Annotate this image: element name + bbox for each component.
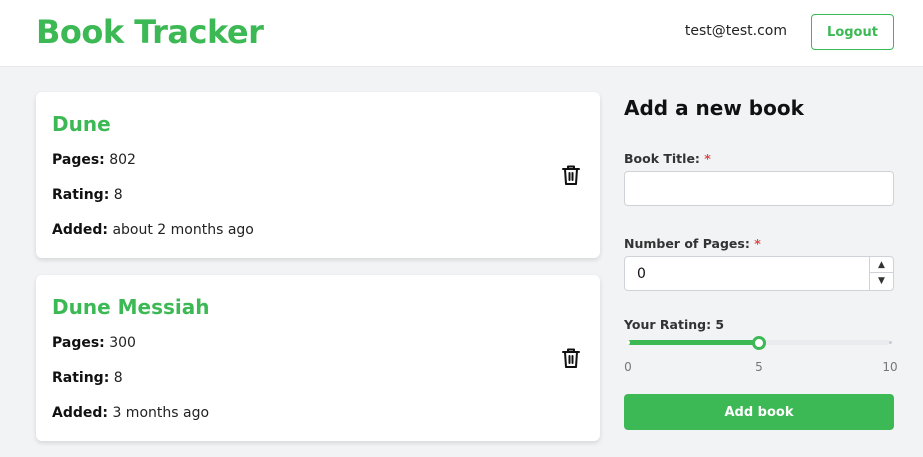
book-rating: Rating: 8 [52, 187, 123, 203]
pages-value: 0 [637, 265, 646, 282]
chevron-up-icon[interactable]: ▲ [870, 257, 893, 273]
book-added: Added: about 2 months ago [52, 222, 254, 238]
app-header: Book Tracker test@test.com Logout [0, 0, 923, 67]
form-heading: Add a new book [624, 96, 804, 120]
pages-label: Number of Pages: * [624, 236, 761, 251]
logout-button[interactable]: Logout [811, 14, 894, 50]
slider-tick-label: 5 [755, 360, 763, 374]
trash-icon[interactable] [561, 164, 581, 186]
book-pages: Pages: 300 [52, 335, 136, 351]
rating-slider[interactable]: 0 5 10 [624, 333, 898, 374]
book-title-label: Book Title: * [624, 151, 711, 166]
book-title-input[interactable] [624, 171, 894, 206]
slider-fill [628, 340, 759, 345]
book-pages: Pages: 802 [52, 152, 136, 168]
rating-label: Your Rating: 5 [624, 317, 725, 332]
user-email: test@test.com [684, 23, 787, 39]
trash-icon[interactable] [561, 347, 581, 369]
app-title: Book Tracker [36, 13, 264, 51]
slider-handle[interactable] [752, 336, 766, 350]
book-title: Dune Messiah [52, 295, 210, 319]
book-card: Dune Pages: 802 Rating: 8 Added: about 2… [36, 92, 600, 258]
slider-mark [888, 341, 892, 344]
book-title: Dune [52, 112, 111, 136]
slider-tick-label: 10 [882, 360, 898, 374]
required-mark: * [704, 151, 711, 166]
required-mark: * [754, 236, 761, 251]
book-added: Added: 3 months ago [52, 405, 210, 421]
pages-stepper[interactable]: ▲ ▼ [869, 257, 893, 290]
add-book-button[interactable]: Add book [624, 394, 894, 430]
book-rating: Rating: 8 [52, 370, 123, 386]
slider-mark [626, 341, 630, 344]
book-card: Dune Messiah Pages: 300 Rating: 8 Added:… [36, 275, 600, 441]
chevron-down-icon[interactable]: ▼ [870, 273, 893, 289]
slider-tick-label: 0 [624, 360, 632, 374]
pages-input[interactable]: 0 ▲ ▼ [624, 256, 894, 291]
slider-track[interactable]: 0 5 10 [624, 336, 898, 374]
